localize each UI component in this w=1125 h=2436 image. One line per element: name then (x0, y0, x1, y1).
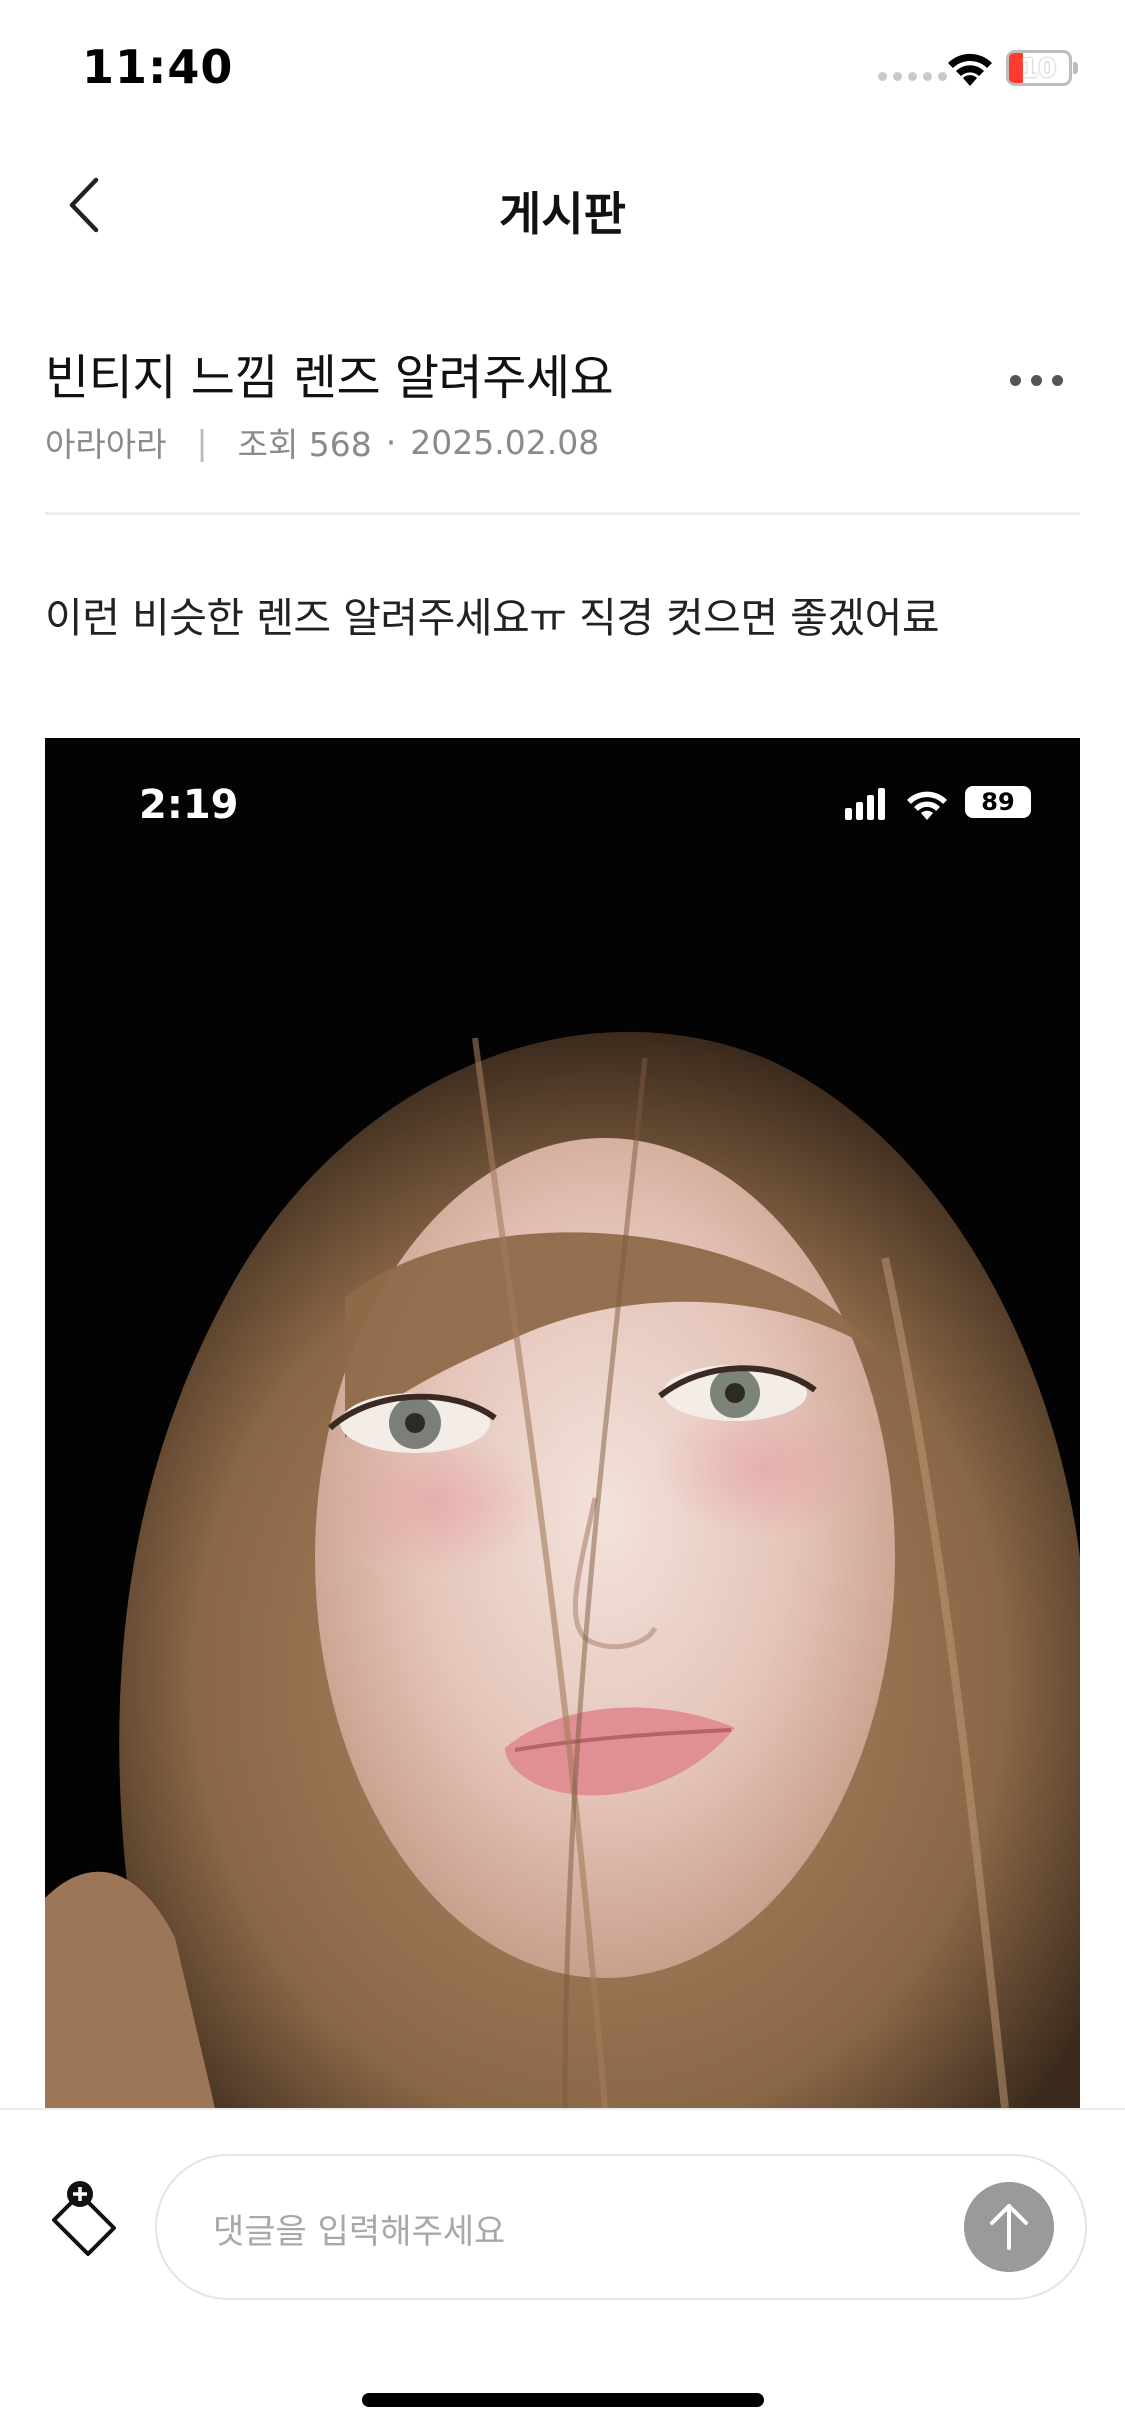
divider (45, 512, 1080, 515)
navigation-bar: 게시판 (0, 150, 1125, 260)
post-meta: 아라아라 | 조회 568 · 2025.02.08 (45, 418, 599, 466)
photo-status-time: 2:19 (139, 782, 239, 828)
post-body: 이런 비슷한 렌즈 알려주세요ㅠ 직경 컷으면 좋겠어료 (45, 594, 940, 642)
meta-dot: · (385, 422, 397, 462)
attached-photo[interactable]: 2:19 89 (45, 738, 1080, 2108)
wifi-icon (948, 53, 992, 86)
battery-level: 10 (1020, 54, 1057, 84)
home-indicator[interactable] (362, 2393, 764, 2407)
comment-bar: 댓글을 입력해주세요 (0, 2108, 1125, 2436)
portrait-image (45, 738, 1080, 2108)
tag-add-icon[interactable] (40, 2174, 130, 2274)
post-date: 2025.02.08 (410, 422, 600, 462)
meta-separator: | (196, 422, 208, 462)
arrow-up-icon[interactable] (964, 2182, 1054, 2272)
post-author[interactable]: 아라아라 (45, 418, 166, 466)
page-title: 게시판 (499, 187, 626, 241)
photo-signal-wifi-icon (845, 788, 947, 820)
post-title: 빈티지 느낌 렌즈 알려주세요 (45, 350, 614, 406)
battery-charging-icon: 10 (1006, 50, 1078, 86)
photo-status-bar: 2:19 89 (45, 738, 1080, 858)
comment-input[interactable]: 댓글을 입력해주세요 (213, 2204, 505, 2253)
post-views: 조회 568 (237, 425, 372, 464)
comment-input-field[interactable]: 댓글을 입력해주세요 (155, 2154, 1087, 2300)
signal-dots-icon (878, 72, 947, 81)
status-time: 11:40 (82, 40, 234, 94)
more-horizontal-icon[interactable] (1010, 360, 1078, 400)
photo-battery: 89 (965, 786, 1031, 818)
status-bar: 11:40 10 (0, 0, 1125, 140)
